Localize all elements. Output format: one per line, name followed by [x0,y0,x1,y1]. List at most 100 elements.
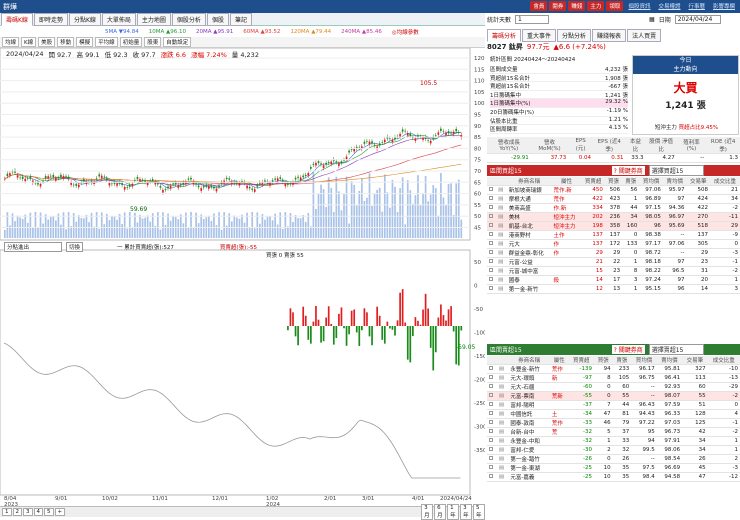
chart-icon[interactable]: ▤ [496,285,507,294]
chart-icon[interactable]: ▤ [497,374,508,383]
tab-stock[interactable]: 個股 [207,13,229,26]
toolbar-auto[interactable]: 自動設定 [163,37,191,47]
toolbar-us[interactable]: 美股 [38,37,55,47]
chart-icon[interactable]: ▤ [497,428,508,437]
chart-icon[interactable]: ▤ [497,383,508,392]
tab-chip[interactable]: 籌碼分析 [487,29,521,42]
checkbox[interactable] [489,214,493,218]
toolbar-move[interactable]: 移動 [57,37,74,47]
broker-row[interactable]: ▤元大-環頭新-97810596.7596.41113-13 [487,374,740,383]
chart-icon[interactable]: ▤ [497,473,508,482]
checkbox[interactable] [489,447,493,451]
checkbox[interactable] [489,286,493,290]
toolbar-init[interactable]: 初始量 [120,37,143,47]
period-5y[interactable]: 5年 [473,504,485,520]
broker-row[interactable]: ▤美商高盛作.新3343784497.1594.36422-2 [487,204,740,213]
tab-chip-kline[interactable]: 壽碼K線 [1,13,33,26]
period-3m[interactable]: 3月 [421,504,433,520]
toolbar-avg[interactable]: 平均線 [95,37,118,47]
calendar-link[interactable]: 行事曆 [685,1,708,11]
checkbox[interactable] [489,474,493,478]
checkbox[interactable] [489,205,493,209]
broker-row[interactable]: ▤永豐金-中和-321339497.91341 [487,437,740,446]
checkbox[interactable] [489,375,493,379]
chart-icon[interactable]: ▤ [497,446,508,455]
checkbox[interactable] [489,250,493,254]
chart-icon[interactable]: ▤ [496,240,507,249]
checkbox[interactable] [489,420,493,424]
tab-realtime[interactable]: 即時走勢 [34,13,68,26]
broker-row[interactable]: ▤港商野村土作137137098.38--137-9 [487,231,740,240]
checkbox[interactable] [489,465,493,469]
broker-row[interactable]: ▤群益金鼎-彰化作2929098.72--29-3 [487,249,740,258]
broker-row[interactable]: ▤美林短沖主力2022363498.0596.97270-11 [487,213,740,222]
price-chart[interactable]: 1201151101051009590858075706560555045 50… [0,48,485,506]
chart-icon[interactable]: ▤ [497,410,508,419]
days-select[interactable]: 1 [515,15,549,24]
broker-row[interactable]: ▤台新-台中荒-325379596.7342-2 [487,428,740,437]
page-3[interactable]: 3 [23,508,33,516]
checkbox[interactable] [489,411,493,415]
chart-icon[interactable]: ▤ [497,464,508,473]
broker-row[interactable]: ▤元富-票南荒新-55055--98.0755-2 [487,392,740,401]
broker-row[interactable]: ▤元大作13717213397.1797.063050 [487,240,740,249]
checkbox[interactable] [489,187,493,191]
tab-branch-kline[interactable]: 分點K線 [69,13,101,26]
chart-icon[interactable]: ▤ [496,258,507,267]
chart-icon[interactable]: ▤ [497,401,508,410]
checkbox[interactable] [489,384,493,388]
earn-button[interactable]: 賺錢 [568,1,585,11]
buy-key-broker-button[interactable]: ? 關鍵券商 [612,166,645,175]
buy-select[interactable]: 選擇買超15 [649,165,704,176]
period-3y[interactable]: 3年 [460,504,472,520]
checkbox[interactable] [489,223,493,227]
broker-row[interactable]: ▤富邦-仁愛-3023299.598.06341 [487,446,740,455]
page-1[interactable]: 1 [2,508,12,516]
column-link[interactable]: 影響專欄 [710,1,738,11]
checkbox[interactable] [489,429,493,433]
period-6m[interactable]: 6月 [434,504,446,520]
stock-info-link[interactable]: 個股資訊 [625,1,653,11]
broker-row[interactable]: ▤第一金-東湖-25103597.596.6945-3 [487,464,740,473]
switch-button[interactable]: 切換 [66,242,83,252]
chart-icon[interactable]: ▤ [496,249,507,258]
broker-row[interactable]: ▤國泰殺1417397.2497201 [487,276,740,285]
broker-row[interactable]: ▤中國信託土-34478194.4396.331284 [487,410,740,419]
broker-row[interactable]: ▤元富-城中富1523898.2296.531-2 [487,267,740,276]
chart-icon[interactable]: ▤ [497,455,508,464]
checkbox[interactable] [489,259,493,263]
checkbox[interactable] [489,196,493,200]
checkbox[interactable] [489,232,493,236]
page-2[interactable]: 2 [13,508,23,516]
period-1y[interactable]: 1年 [447,504,459,520]
chart-icon[interactable]: ▤ [496,267,507,276]
checkbox[interactable] [489,268,493,272]
broker-row[interactable]: ▤國泰-敦南荒作-33467997.2297.03125-1 [487,419,740,428]
chart-icon[interactable]: ▤ [496,222,507,231]
tab-big-order[interactable]: 大單佈局 [102,13,136,26]
broker-row[interactable]: ▤摩根大通荒作422423196.899742434 [487,195,740,204]
broker-row[interactable]: ▤元富-嘉義-25103598.494.5847-12 [487,473,740,482]
chart-icon[interactable]: ▤ [496,213,507,222]
checkbox[interactable] [489,393,493,397]
chart-icon[interactable]: ▤ [496,231,507,240]
checkbox[interactable] [489,438,493,442]
checkbox[interactable] [489,277,493,281]
claim-button[interactable]: 領取 [606,1,623,11]
chart-icon[interactable]: ▤ [496,204,507,213]
tab-report[interactable]: 賺錢報表 [592,29,626,42]
toolbar-kline[interactable]: K線 [21,37,36,47]
ma-settings-link[interactable]: ◎均線參數 [392,28,419,36]
calendar-icon[interactable]: ▦ [649,16,655,23]
sell-select[interactable]: 選擇賣超15 [649,344,704,355]
sell-key-broker-button[interactable]: ? 關鍵券商 [612,345,645,354]
chart-icon[interactable]: ▤ [497,419,508,428]
tab-institutional[interactable]: 法人買賣 [627,29,661,42]
checkbox[interactable] [489,366,493,370]
chart-icon[interactable]: ▤ [496,186,507,195]
broker-row[interactable]: ▤元大-石疆-60060--92.9360-29 [487,383,740,392]
broker-row[interactable]: ▤富邦-陽明-3774496.4397.59510 [487,401,740,410]
toolbar-holders[interactable]: 股東 [144,37,161,47]
member-button[interactable]: 會員 [530,1,547,11]
toolbar-ma[interactable]: 均線 [2,37,19,47]
